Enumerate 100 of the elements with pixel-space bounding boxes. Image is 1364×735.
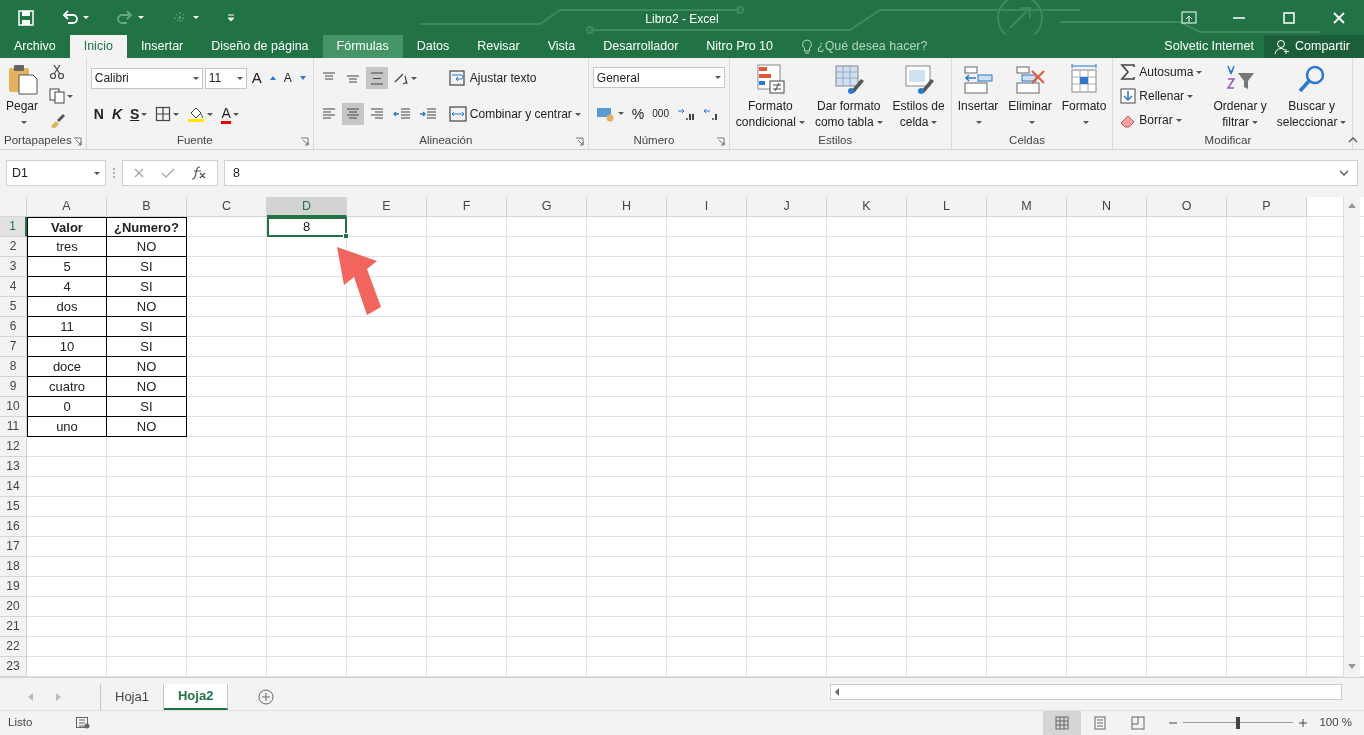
column-header[interactable]: C <box>187 197 267 217</box>
format-button[interactable]: S <box>127 103 151 125</box>
row-header[interactable]: 18 <box>0 557 27 577</box>
column-header[interactable]: D <box>267 197 347 217</box>
ribbon-button[interactable]: Insertar <box>955 60 1001 132</box>
dialog-launcher-icon[interactable] <box>715 137 725 146</box>
dropdown-field[interactable]: Calibri <box>90 67 203 89</box>
ribbon-tab[interactable]: Fórmulas <box>322 35 403 58</box>
ribbon-tab[interactable]: Archivo <box>0 35 70 58</box>
row-header[interactable]: 11 <box>0 417 27 437</box>
macro-record-icon[interactable] <box>76 717 91 729</box>
column-header[interactable]: L <box>907 197 987 217</box>
row-header[interactable]: 6 <box>0 317 27 337</box>
ribbon-tab[interactable]: Inicio <box>69 35 127 58</box>
row-header[interactable]: 2 <box>0 237 27 257</box>
column-header[interactable]: H <box>587 197 667 217</box>
ribbon-button[interactable]: Ajustar texto <box>445 68 540 88</box>
shrink-font-button[interactable]: A <box>280 67 309 89</box>
dialog-launcher-icon[interactable] <box>299 137 309 146</box>
ribbon-tab[interactable]: Datos <box>402 35 464 58</box>
previous-sheet-icon[interactable] <box>28 693 34 701</box>
dropdown-field[interactable]: General <box>592 67 725 89</box>
dialog-launcher-icon[interactable] <box>574 137 584 146</box>
column-header[interactable]: M <box>987 197 1067 217</box>
row-header[interactable]: 17 <box>0 537 27 557</box>
row-header[interactable]: 3 <box>0 257 27 277</box>
column-header[interactable]: A <box>27 197 107 217</box>
dialog-launcher-icon[interactable] <box>72 137 82 146</box>
ribbon-button[interactable]: Autosuma <box>1117 62 1206 82</box>
scroll-up-icon[interactable] <box>1348 203 1356 208</box>
ribbon-button[interactable]: Combinar y centrar <box>445 104 584 124</box>
active-cell[interactable]: 8 <box>267 217 347 237</box>
zoom-slider[interactable] <box>1183 716 1294 730</box>
collapse-ribbon-icon[interactable] <box>1348 137 1358 143</box>
column-header[interactable]: B <box>107 197 187 217</box>
column-header[interactable]: I <box>667 197 747 217</box>
row-header[interactable]: 1 <box>0 217 27 237</box>
ribbon-tab[interactable]: Desarrollador <box>589 35 693 58</box>
slider-thumb[interactable] <box>1236 717 1241 729</box>
view-button[interactable] <box>1043 710 1082 735</box>
scroll-down-icon[interactable] <box>1348 664 1356 669</box>
ribbon-tab[interactable]: Diseño de página <box>197 35 323 58</box>
row-header[interactable]: 10 <box>0 397 27 417</box>
column-header[interactable]: O <box>1147 197 1227 217</box>
ribbon-button[interactable]: Pegar <box>4 60 41 132</box>
ribbon-tab[interactable]: Revisar <box>463 35 534 58</box>
row-header[interactable]: 7 <box>0 337 27 357</box>
format-button[interactable]: 000 <box>649 102 672 125</box>
ribbon-button[interactable]: Rellenar <box>1117 86 1197 106</box>
row-header[interactable]: 8 <box>0 357 27 377</box>
format-button[interactable]: % <box>628 102 648 125</box>
ribbon-button[interactable]: Dar formato como tabla <box>812 60 885 132</box>
format-button[interactable]: K <box>108 103 126 125</box>
column-header[interactable]: G <box>507 197 587 217</box>
zoom-out-icon[interactable] <box>1169 719 1178 727</box>
ribbon-button[interactable]: Eliminar <box>1006 60 1054 132</box>
ribbon-button[interactable]: Formato condicional <box>733 60 807 132</box>
ribbon-button[interactable]: Estilos de celda <box>890 60 947 132</box>
row-header[interactable]: 5 <box>0 297 27 317</box>
row-header[interactable]: 4 <box>0 277 27 297</box>
row-header[interactable]: 13 <box>0 457 27 477</box>
share-button[interactable]: Compartir <box>1264 35 1364 58</box>
row-header[interactable]: 12 <box>0 437 27 457</box>
ribbon-button[interactable]: Ordenar y filtrar <box>1211 60 1269 132</box>
row-header[interactable]: 22 <box>0 637 27 657</box>
sheet-tab[interactable]: Hoja2 <box>163 684 229 710</box>
ribbon-button[interactable]: Buscar y seleccionar <box>1274 60 1349 132</box>
column-header[interactable]: E <box>347 197 427 217</box>
column-header[interactable]: P <box>1227 197 1307 217</box>
row-header[interactable]: 23 <box>0 657 27 677</box>
zoom-level[interactable]: 100 % <box>1319 714 1352 732</box>
ribbon-tab[interactable]: Nitro Pro 10 <box>692 35 787 58</box>
row-header[interactable]: 21 <box>0 617 27 637</box>
format-button[interactable]: A <box>218 103 242 125</box>
fill-handle[interactable] <box>343 233 349 239</box>
row-header[interactable]: 14 <box>0 477 27 497</box>
next-sheet-icon[interactable] <box>56 693 62 701</box>
format-button[interactable]: N <box>90 103 107 125</box>
formula-field[interactable]: 8 <box>224 160 1358 186</box>
grow-font-button[interactable]: A <box>248 67 279 89</box>
row-header[interactable]: 16 <box>0 517 27 537</box>
horizontal-scrollbar[interactable] <box>830 684 1342 700</box>
row-header[interactable]: 20 <box>0 597 27 617</box>
column-header[interactable]: J <box>747 197 827 217</box>
vertical-scrollbar[interactable] <box>1343 197 1360 677</box>
dropdown-field[interactable]: 11 <box>204 67 247 89</box>
ribbon-tab[interactable]: Insertar <box>126 35 198 58</box>
scroll-left-icon[interactable] <box>835 688 839 696</box>
row-header[interactable]: 15 <box>0 497 27 517</box>
column-header[interactable]: N <box>1067 197 1147 217</box>
tell-me-field[interactable]: ¿Qué desea hacer? <box>801 35 928 58</box>
ribbon-tab[interactable]: Vista <box>533 35 590 58</box>
zoom-in-icon[interactable] <box>1299 719 1308 727</box>
column-header[interactable]: K <box>827 197 907 217</box>
name-box[interactable]: D1 <box>6 160 106 186</box>
ribbon-button[interactable]: Formato <box>1059 60 1109 132</box>
row-header[interactable]: 19 <box>0 577 27 597</box>
row-header[interactable]: 9 <box>0 377 27 397</box>
column-header[interactable]: F <box>427 197 507 217</box>
ribbon-button[interactable]: Borrar <box>1117 110 1185 130</box>
